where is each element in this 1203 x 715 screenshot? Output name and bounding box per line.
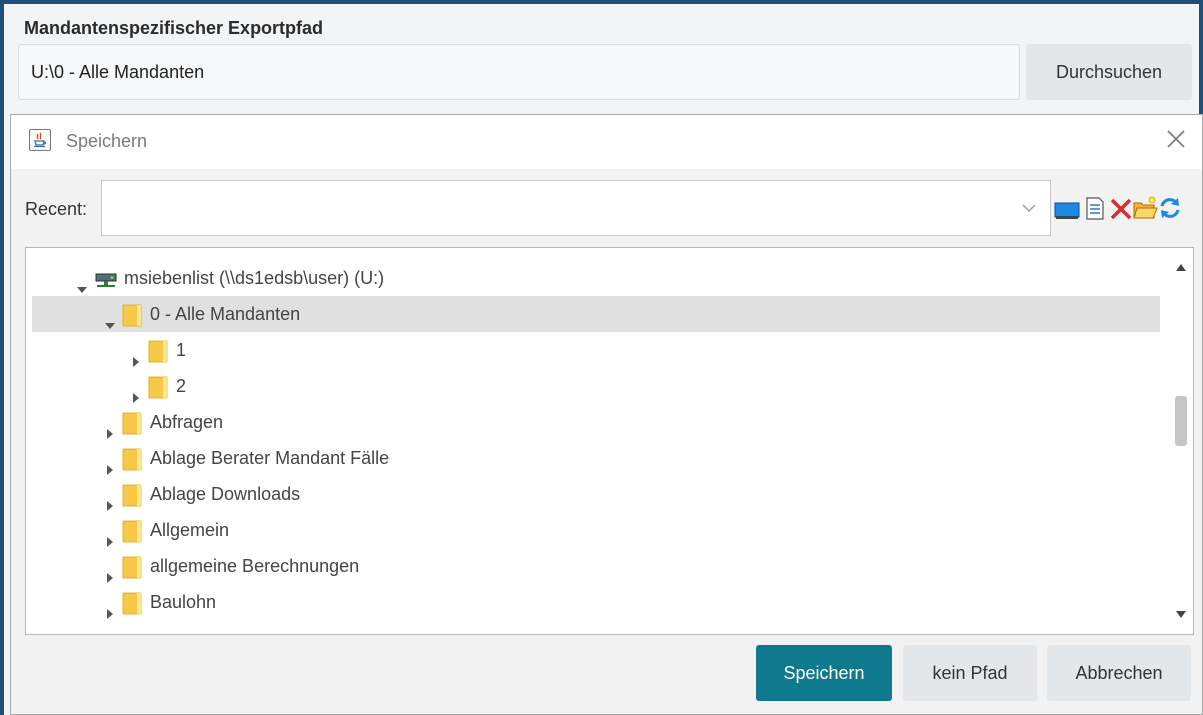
- tree-row[interactable]: 0 - Alle Mandanten: [32, 296, 1160, 332]
- chevron-down-icon[interactable]: [1020, 199, 1038, 217]
- close-icon[interactable]: [1164, 127, 1188, 151]
- tree-row-label: msiebenlist (\\ds1edsb\user) (U:): [124, 268, 385, 288]
- folder-icon: [122, 555, 142, 579]
- delete-icon[interactable]: [1108, 195, 1134, 221]
- recent-label: Recent:: [25, 199, 88, 219]
- caret-right-icon[interactable]: [104, 524, 116, 547]
- caret-right-icon[interactable]: [130, 344, 142, 367]
- tree-row-label: Allgemein: [150, 520, 230, 540]
- dialog-title: Speichern: [66, 131, 148, 151]
- tree-row-label: 0 - Alle Mandanten: [150, 304, 301, 324]
- tree-row-label: 2: [176, 376, 187, 396]
- folder-tree[interactable]: msiebenlist (\\ds1edsb\user) (U:) 0 - All…: [25, 247, 1194, 635]
- tree-row[interactable]: Baulohn: [32, 584, 1160, 620]
- dialog-titlebar: Speichern: [11, 115, 1202, 169]
- folder-icon: [122, 303, 142, 327]
- tree-row[interactable]: Ablage Berater Mandant Fälle: [32, 440, 1160, 476]
- tree-row[interactable]: Allgemein: [32, 512, 1160, 548]
- folder-icon: [122, 591, 142, 615]
- scroll-up-icon[interactable]: [1176, 258, 1186, 276]
- recent-combobox[interactable]: [101, 180, 1051, 236]
- caret-right-icon[interactable]: [130, 380, 142, 403]
- folder-icon: [122, 447, 142, 471]
- caret-right-icon[interactable]: [104, 416, 116, 439]
- tree-row[interactable]: 2: [32, 368, 1160, 404]
- caret-right-icon[interactable]: [104, 488, 116, 511]
- export-path-label: Mandantenspezifischer Exportpfad: [24, 18, 324, 38]
- tree-row-label: Baulohn: [150, 592, 217, 612]
- caret-right-icon[interactable]: [104, 596, 116, 619]
- folder-icon: [122, 483, 142, 507]
- tree-row[interactable]: allgemeine Berechnungen: [32, 548, 1160, 584]
- tree-row-drive[interactable]: msiebenlist (\\ds1edsb\user) (U:): [32, 260, 1160, 296]
- tree-row-label: Abfragen: [150, 412, 224, 432]
- scroll-down-icon[interactable]: [1176, 606, 1186, 624]
- caret-down-icon[interactable]: [104, 308, 116, 329]
- tree-row-label: Ablage Downloads: [150, 484, 301, 504]
- tree-row[interactable]: 1: [32, 332, 1160, 368]
- export-path-input[interactable]: U:\0 - Alle Mandanten: [18, 44, 1020, 100]
- network-drive-icon: [94, 267, 118, 291]
- tree-row[interactable]: Ablage Downloads: [32, 476, 1160, 512]
- cancel-button[interactable]: Abbrechen: [1047, 645, 1191, 701]
- folder-icon: [122, 411, 142, 435]
- refresh-icon[interactable]: [1157, 195, 1183, 221]
- save-button[interactable]: Speichern: [756, 645, 892, 701]
- caret-down-icon[interactable]: [76, 272, 88, 293]
- caret-right-icon[interactable]: [104, 560, 116, 583]
- folder-icon: [148, 375, 168, 399]
- no-path-button[interactable]: kein Pfad: [903, 645, 1037, 701]
- scroll-thumb[interactable]: [1175, 396, 1187, 446]
- browse-button[interactable]: Durchsuchen: [1026, 44, 1192, 100]
- java-app-icon: [29, 129, 51, 151]
- tree-scrollbar[interactable]: [1169, 248, 1193, 634]
- tree-row-label: 1: [176, 340, 187, 360]
- frame-edge: [0, 100, 4, 715]
- tree-row-label: allgemeine Berechnungen: [150, 556, 360, 576]
- folder-icon: [122, 519, 142, 543]
- new-folder-icon[interactable]: [1132, 195, 1158, 221]
- desktop-icon[interactable]: [1054, 195, 1080, 221]
- document-details-icon[interactable]: [1082, 195, 1108, 221]
- folder-icon: [148, 339, 168, 363]
- tree-row[interactable]: Abfragen: [32, 404, 1160, 440]
- save-dialog: Speichern Recent: msiebenlist (\\ds1edsb…: [10, 114, 1203, 715]
- tree-row-label: Ablage Berater Mandant Fälle: [150, 448, 390, 468]
- caret-right-icon[interactable]: [104, 452, 116, 475]
